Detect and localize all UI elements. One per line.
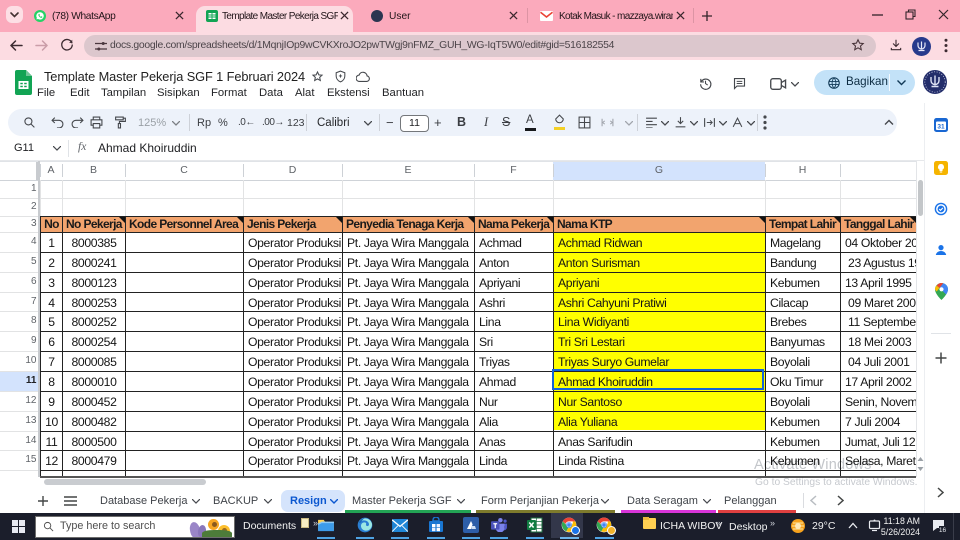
- svg-text:16: 16: [939, 527, 946, 533]
- svg-text:31: 31: [937, 124, 945, 131]
